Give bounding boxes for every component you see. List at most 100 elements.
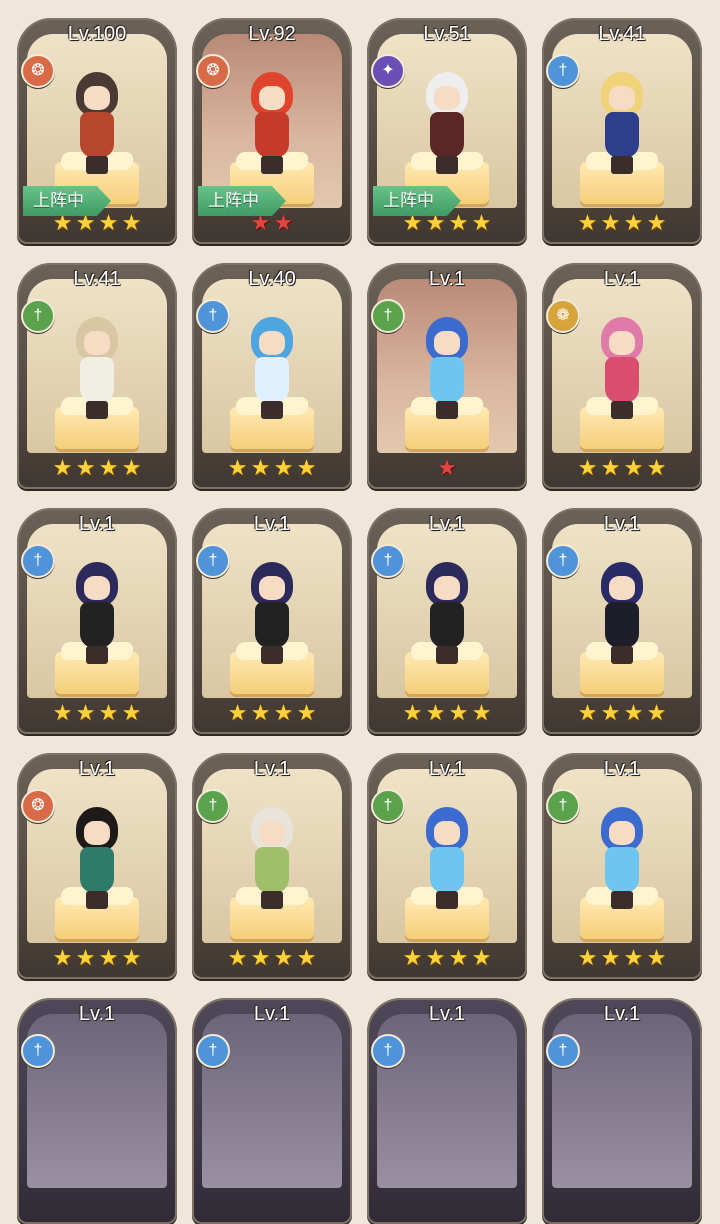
tree-icon: † bbox=[21, 544, 55, 578]
hero-level: Lv.1 bbox=[253, 758, 291, 780]
star-rating: ★ ★ ★ ★ bbox=[542, 947, 702, 971]
star-icon: ★ bbox=[121, 210, 142, 235]
hero-level: Lv.1 bbox=[428, 513, 466, 535]
tree-icon: † bbox=[196, 544, 230, 578]
star-icon: ★ bbox=[296, 455, 317, 480]
hero-card[interactable]: Lv.100 ❂ ★ ★ ★ ★ 上阵中 bbox=[17, 18, 177, 244]
deployed-badge: 上阵中 bbox=[198, 186, 286, 216]
hero-level: Lv.100 bbox=[67, 23, 127, 45]
hero-level: Lv.1 bbox=[603, 513, 641, 535]
star-icon: ★ bbox=[52, 700, 73, 725]
star-rating: ★ ★ ★ ★ bbox=[367, 702, 527, 726]
star-icon: ★ bbox=[577, 455, 598, 480]
star-icon: ★ bbox=[296, 700, 317, 725]
star-icon: ★ bbox=[425, 945, 446, 970]
deployed-badge: 上阵中 bbox=[373, 186, 461, 216]
star-icon: ★ bbox=[600, 455, 621, 480]
star-icon: ★ bbox=[471, 700, 492, 725]
hero-level: Lv.40 bbox=[248, 268, 296, 290]
star-icon: ★ bbox=[98, 455, 119, 480]
star-icon: ★ bbox=[646, 455, 667, 480]
hero-level: Lv.1 bbox=[428, 268, 466, 290]
hero-card[interactable]: Lv.41 † ★ ★ ★ ★ bbox=[542, 18, 702, 244]
star-icon: ★ bbox=[577, 210, 598, 235]
tree-icon: † bbox=[371, 544, 405, 578]
star-rating: ★ ★ ★ ★ bbox=[367, 947, 527, 971]
star-rating: ★ ★ ★ ★ bbox=[192, 947, 352, 971]
hero-level: Lv.1 bbox=[78, 1003, 116, 1025]
deployed-badge: 上阵中 bbox=[23, 186, 111, 216]
star-icon: ★ bbox=[75, 700, 96, 725]
star-icon: ★ bbox=[623, 945, 644, 970]
star-icon: ★ bbox=[273, 455, 294, 480]
star-icon: ★ bbox=[402, 945, 423, 970]
star-icon: ★ bbox=[296, 945, 317, 970]
hero-sprite bbox=[237, 307, 307, 427]
hero-sprite bbox=[587, 307, 657, 427]
hero-card[interactable]: Lv.41 † ★ ★ ★ ★ bbox=[17, 263, 177, 489]
star-icon: ★ bbox=[646, 210, 667, 235]
hero-card[interactable]: Lv.1 † bbox=[17, 998, 177, 1224]
hero-level: Lv.41 bbox=[73, 268, 121, 290]
star-rating: ★ ★ ★ ★ bbox=[192, 457, 352, 481]
star-icon: ★ bbox=[577, 700, 598, 725]
hero-card[interactable]: Lv.1 † ★ ★ ★ ★ bbox=[17, 508, 177, 734]
star-icon: ★ bbox=[600, 210, 621, 235]
star-icon: ★ bbox=[98, 210, 119, 235]
void-icon: ✦ bbox=[371, 54, 405, 88]
star-icon: ★ bbox=[646, 945, 667, 970]
tree-icon: † bbox=[546, 54, 580, 88]
star-rating: ★ bbox=[367, 457, 527, 481]
tree-icon: † bbox=[546, 544, 580, 578]
star-icon: ★ bbox=[98, 945, 119, 970]
tree-icon: † bbox=[546, 1034, 580, 1068]
star-icon: ★ bbox=[273, 700, 294, 725]
hero-card[interactable]: Lv.1 † ★ ★ ★ ★ bbox=[367, 753, 527, 979]
hero-card[interactable]: Lv.1 † ★ ★ ★ ★ bbox=[367, 508, 527, 734]
hero-card[interactable]: Lv.1 † ★ bbox=[367, 263, 527, 489]
hero-sprite bbox=[62, 62, 132, 182]
star-icon: ★ bbox=[471, 210, 492, 235]
star-rating: ★ ★ ★ ★ bbox=[542, 702, 702, 726]
hero-sprite bbox=[587, 552, 657, 672]
star-icon: ★ bbox=[52, 945, 73, 970]
hero-card[interactable]: Lv.1 ❁ ★ ★ ★ ★ bbox=[542, 263, 702, 489]
hero-card[interactable]: Lv.92 ❂ ★ ★ 上阵中 bbox=[192, 18, 352, 244]
star-icon: ★ bbox=[448, 700, 469, 725]
star-icon: ★ bbox=[52, 455, 73, 480]
star-rating: ★ ★ ★ ★ bbox=[17, 947, 177, 971]
hero-level: Lv.51 bbox=[423, 23, 471, 45]
hero-card[interactable]: Lv.1 † bbox=[367, 998, 527, 1224]
hero-sprite bbox=[62, 307, 132, 427]
hero-card[interactable]: Lv.40 † ★ ★ ★ ★ bbox=[192, 263, 352, 489]
hero-card[interactable]: Lv.1 † ★ ★ ★ ★ bbox=[192, 508, 352, 734]
star-icon: ★ bbox=[437, 455, 457, 480]
star-rating: ★ ★ ★ ★ bbox=[542, 457, 702, 481]
star-icon: ★ bbox=[250, 700, 271, 725]
star-icon: ★ bbox=[623, 210, 644, 235]
hero-card[interactable]: Lv.51 ✦ ★ ★ ★ ★ 上阵中 bbox=[367, 18, 527, 244]
star-icon: ★ bbox=[227, 945, 248, 970]
wolf-icon: ❂ bbox=[21, 54, 55, 88]
star-icon: ★ bbox=[425, 700, 446, 725]
hero-card[interactable]: Lv.1 † bbox=[542, 998, 702, 1224]
star-icon: ★ bbox=[577, 945, 598, 970]
star-rating: ★ ★ ★ ★ bbox=[542, 212, 702, 236]
hero-sprite bbox=[412, 62, 482, 182]
hero-sprite bbox=[237, 62, 307, 182]
tree-icon: † bbox=[371, 299, 405, 333]
star-icon: ★ bbox=[646, 700, 667, 725]
hero-level: Lv.1 bbox=[253, 1003, 291, 1025]
star-icon: ★ bbox=[98, 700, 119, 725]
hero-card[interactable]: Lv.1 † bbox=[192, 998, 352, 1224]
hero-card[interactable]: Lv.1 † ★ ★ ★ ★ bbox=[192, 753, 352, 979]
hero-card[interactable]: Lv.1 ❂ ★ ★ ★ ★ bbox=[17, 753, 177, 979]
hero-sprite bbox=[587, 62, 657, 182]
star-icon: ★ bbox=[75, 945, 96, 970]
hero-card[interactable]: Lv.1 † ★ ★ ★ ★ bbox=[542, 753, 702, 979]
hero-card[interactable]: Lv.1 † ★ ★ ★ ★ bbox=[542, 508, 702, 734]
tree-icon: † bbox=[21, 299, 55, 333]
star-icon: ★ bbox=[273, 945, 294, 970]
star-icon: ★ bbox=[121, 945, 142, 970]
hero-level: Lv.1 bbox=[428, 1003, 466, 1025]
